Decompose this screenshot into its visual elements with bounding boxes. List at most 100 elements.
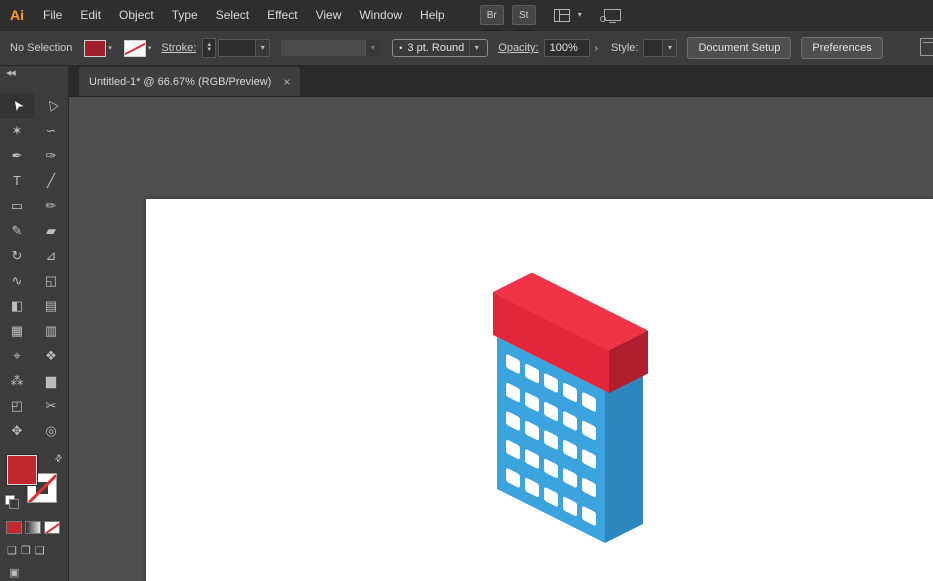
tool-curvature[interactable]: ✑: [34, 143, 68, 168]
stroke-color-swatch[interactable]: [124, 40, 146, 57]
tool-selection[interactable]: ➤: [0, 93, 34, 118]
tool-magic-wand[interactable]: ✶: [0, 118, 34, 143]
document-tabstrip: Untitled-1* @ 66.67% (RGB/Preview) ×: [69, 66, 933, 97]
tool-scale[interactable]: ⊿: [34, 243, 68, 268]
tool-eraser[interactable]: ▰: [34, 218, 68, 243]
artboard-icon: ◰: [11, 399, 23, 412]
tool-blend[interactable]: ❖: [34, 343, 68, 368]
document-setup-button[interactable]: Document Setup: [687, 37, 791, 59]
tool-gradient[interactable]: ▥: [34, 318, 68, 343]
paint-style-row: [6, 521, 68, 534]
menu-select[interactable]: Select: [207, 0, 258, 30]
eyedropper-icon: ⌖: [13, 349, 20, 362]
lasso-icon: ∽: [46, 124, 57, 137]
stroke-weight-stepper[interactable]: ▲▼: [202, 38, 216, 58]
stroke-chevron-down-icon[interactable]: [148, 44, 152, 52]
menu-effect[interactable]: Effect: [258, 0, 306, 30]
fill-chevron-down-icon[interactable]: [108, 44, 112, 52]
variable-width-profile-dropdown[interactable]: • 3 pt. Round: [392, 39, 488, 57]
stock-button[interactable]: St: [512, 5, 536, 25]
tool-slice[interactable]: ✂: [34, 393, 68, 418]
arrange-documents-icon[interactable]: [920, 38, 933, 56]
gradient-icon: ▥: [45, 324, 57, 337]
tool-artboard[interactable]: ◰: [0, 393, 34, 418]
none-button[interactable]: [44, 521, 60, 534]
opacity-label[interactable]: Opacity:: [498, 42, 538, 54]
tool-mesh[interactable]: ▦: [0, 318, 34, 343]
mesh-icon: ▦: [11, 324, 23, 337]
menu-edit[interactable]: Edit: [71, 0, 110, 30]
menu-view[interactable]: View: [307, 0, 351, 30]
width-profile-chevron-down-icon[interactable]: [469, 40, 483, 56]
draw-inside-icon[interactable]: ❑: [35, 544, 45, 557]
tool-line-segment[interactable]: ╱: [34, 168, 68, 193]
collapse-panel-icon[interactable]: ◀◀: [0, 66, 68, 83]
menubar-right: Br St: [480, 5, 621, 25]
style-label: Style:: [611, 42, 639, 54]
pen-icon: ✒: [12, 149, 23, 162]
draw-mode-row: ❏ ❐ ❑: [7, 544, 68, 557]
fill-indicator[interactable]: [7, 455, 37, 485]
swap-fill-stroke-icon[interactable]: ⇄: [53, 452, 66, 465]
workspace-switcher-icon[interactable]: [554, 9, 570, 22]
opacity-field[interactable]: 100%: [544, 39, 590, 57]
curvature-icon: ✑: [46, 149, 57, 162]
magic-wand-icon: ✶: [12, 124, 23, 137]
draw-normal-icon[interactable]: ❏: [7, 544, 17, 557]
preferences-button[interactable]: Preferences: [801, 37, 882, 59]
menu-help[interactable]: Help: [411, 0, 454, 30]
menu-object[interactable]: Object: [110, 0, 163, 30]
symbol-sprayer-icon: ⁂: [11, 374, 24, 387]
document-tab[interactable]: Untitled-1* @ 66.67% (RGB/Preview) ×: [78, 66, 301, 96]
bridge-button[interactable]: Br: [480, 5, 504, 25]
menu-type[interactable]: Type: [163, 0, 207, 30]
tool-pen[interactable]: ✒: [0, 143, 34, 168]
tool-lasso[interactable]: ∽: [34, 118, 68, 143]
stroke-weight-field[interactable]: [218, 39, 270, 57]
document-tab-title: Untitled-1* @ 66.67% (RGB/Preview): [89, 76, 271, 88]
screen-share-icon[interactable]: [604, 9, 621, 21]
tool-rotate[interactable]: ↻: [0, 243, 34, 268]
menubar-items: FileEditObjectTypeSelectEffectViewWindow…: [34, 0, 454, 30]
default-fill-stroke-icon[interactable]: [5, 495, 19, 509]
tool-width[interactable]: ∿: [0, 268, 34, 293]
style-chevron-down-icon[interactable]: [662, 40, 676, 56]
tool-paintbrush[interactable]: ✏: [34, 193, 68, 218]
control-bar: No Selection Stroke: ▲▼ • 3 pt. Round Op…: [0, 31, 933, 66]
tool-shape-builder[interactable]: ◧: [0, 293, 34, 318]
tool-type[interactable]: T: [0, 168, 34, 193]
stroke-label[interactable]: Stroke:: [161, 42, 196, 54]
brush-definition-dropdown: [280, 39, 380, 57]
stroke-weight-chevron-down-icon[interactable]: [255, 40, 269, 56]
brush-chevron-down-icon: [365, 40, 379, 56]
tool-column-graph[interactable]: ▆: [34, 368, 68, 393]
fill-color-swatch[interactable]: [84, 40, 106, 57]
document-area: Untitled-1* @ 66.67% (RGB/Preview) ×: [69, 66, 933, 581]
tool-hand[interactable]: ✥: [0, 418, 34, 443]
draw-behind-icon[interactable]: ❐: [21, 544, 31, 557]
color-button[interactable]: [6, 521, 22, 534]
tool-perspective-grid[interactable]: ▤: [34, 293, 68, 318]
menu-file[interactable]: File: [34, 0, 71, 30]
variable-width-value: 3 pt. Round: [402, 42, 469, 54]
tool-shaper[interactable]: ✎: [0, 218, 34, 243]
gradient-button[interactable]: [25, 521, 41, 534]
canvas[interactable]: [69, 97, 933, 581]
artboard[interactable]: [146, 199, 933, 581]
default-stroke-mini: [9, 499, 19, 509]
chevron-down-icon[interactable]: [578, 11, 582, 19]
direct-selection-icon: ▷: [43, 98, 59, 114]
screen-mode-icon[interactable]: ▣: [9, 566, 68, 579]
tool-free-transform[interactable]: ◱: [34, 268, 68, 293]
tool-symbol-sprayer[interactable]: ⁂: [0, 368, 34, 393]
selection-status: No Selection: [10, 42, 72, 54]
zoom-icon: ◎: [45, 424, 56, 437]
style-dropdown[interactable]: [643, 39, 677, 57]
close-tab-icon[interactable]: ×: [283, 75, 290, 89]
tool-direct-selection[interactable]: ▷: [34, 93, 68, 118]
tool-zoom[interactable]: ◎: [34, 418, 68, 443]
tool-eyedropper[interactable]: ⌖: [0, 343, 34, 368]
menu-window[interactable]: Window: [350, 0, 411, 30]
opacity-flyout-icon[interactable]: ›: [592, 43, 601, 54]
tool-rectangle[interactable]: ▭: [0, 193, 34, 218]
